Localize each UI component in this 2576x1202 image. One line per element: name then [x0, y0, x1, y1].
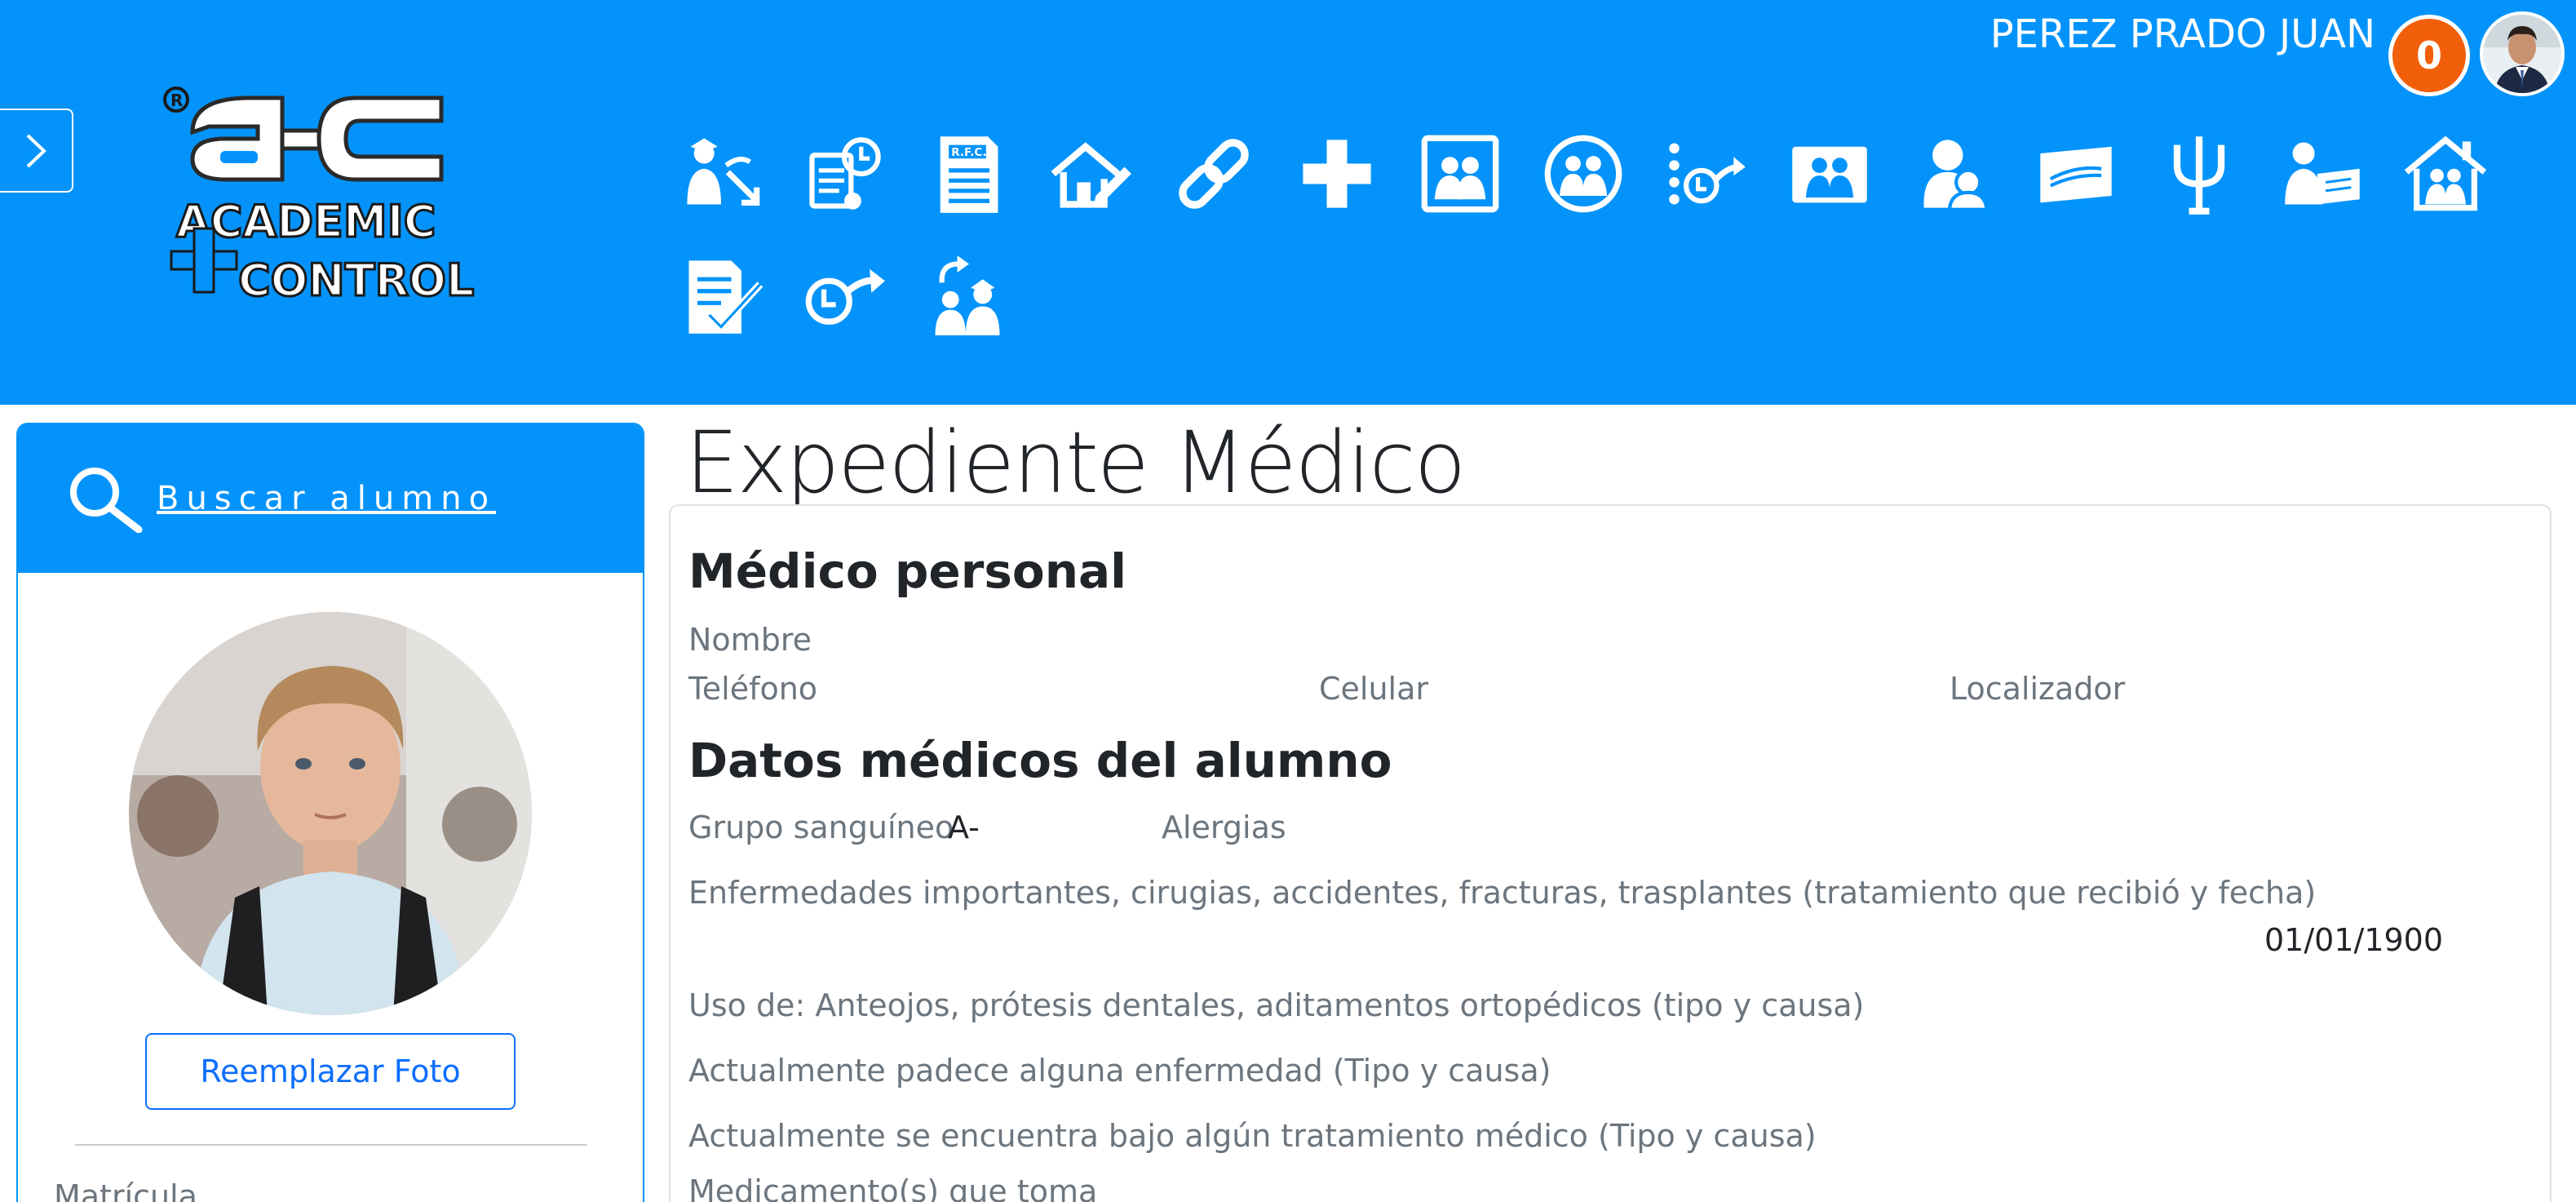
search-bar: Buscar alumno [18, 424, 643, 573]
personal-doctor-title: Médico personal [688, 543, 1127, 599]
illnesses-label: Enfermedades importantes, cirugias, acci… [688, 875, 2317, 911]
doctor-cell-label: Celular [1319, 671, 1429, 707]
svg-text:R.F.C.: R.F.C. [951, 146, 986, 159]
medical-data-title: Datos médicos del alumno [688, 733, 1392, 788]
sidebar-toggle-button[interactable] [0, 109, 73, 193]
rfc-document-icon[interactable]: R.F.C. [905, 129, 1029, 219]
checklist-icon[interactable] [659, 251, 782, 341]
logo-line1: ACADEMIC [176, 196, 436, 247]
doctor-locator-label: Localizador [1950, 671, 2126, 707]
current-treatment-label: Actualmente se encuentra bajo algún trat… [688, 1118, 1817, 1154]
current-illness-label: Actualmente padece alguna enfermedad (Ti… [688, 1053, 1551, 1089]
nav-icons-row-2 [659, 251, 1029, 341]
illnesses-date: 01/01/1900 [2264, 922, 2444, 958]
replace-photo-button[interactable]: Reemplazar Foto [145, 1033, 516, 1110]
blood-type-label: Grupo sanguíneo [688, 809, 954, 845]
clock-forward-icon[interactable] [782, 251, 905, 341]
family-circle-icon[interactable] [1521, 129, 1644, 219]
schedule-forward-icon[interactable] [1644, 129, 1768, 219]
doctor-phone-label: Teléfono [688, 671, 818, 707]
student-return-icon[interactable] [905, 251, 1029, 341]
page-title: Expediente Médico [685, 413, 1466, 512]
allergies-label: Alergias [1162, 809, 1286, 845]
student-transfer-icon[interactable] [659, 129, 782, 219]
family-photo-icon[interactable] [1398, 129, 1521, 219]
link-icon[interactable] [1152, 129, 1275, 219]
top-header: R ACADEMIC CONTROL PEREZ PRADO JUAN 0 R.… [0, 0, 2576, 405]
nav-icons-row-1: R.F.C. [659, 129, 2507, 219]
student-photo [129, 612, 532, 1015]
blood-type-value: A- [948, 809, 980, 845]
medical-record-card: Médico personal Nombre Teléfono Celular … [669, 504, 2552, 1202]
user-avatar[interactable] [2480, 11, 2565, 96]
student-hug-icon[interactable] [1891, 129, 2014, 219]
chevron-right-icon [26, 134, 46, 167]
divider [75, 1144, 587, 1146]
teacher-board-icon[interactable] [2260, 129, 2383, 219]
psychology-icon[interactable] [2137, 129, 2260, 219]
medications-label: Medicamento(s) que toma [688, 1173, 1098, 1202]
search-student-link[interactable]: Buscar alumno [157, 480, 496, 517]
logo-line2: CONTROL [238, 255, 474, 306]
svg-text:R: R [170, 91, 183, 110]
medical-cross-icon[interactable] [1275, 129, 1398, 219]
matricula-label: Matrícula [54, 1178, 197, 1202]
family-home-icon[interactable] [2383, 129, 2507, 219]
notification-badge[interactable]: 0 [2388, 15, 2470, 96]
student-panel: Buscar alumno Reemplazar Foto Matrícula [16, 423, 644, 1202]
academic-control-logo: R ACADEMIC CONTROL [160, 82, 478, 318]
parents-card-icon[interactable] [1768, 129, 1891, 219]
doctor-name-label: Nombre [688, 622, 812, 658]
id-card-icon[interactable] [2014, 129, 2137, 219]
search-icon[interactable] [65, 464, 147, 533]
devices-label: Uso de: Anteojos, prótesis dentales, adi… [688, 987, 1865, 1023]
home-edit-icon[interactable] [1029, 129, 1152, 219]
billing-schedule-icon[interactable] [782, 129, 905, 219]
user-name[interactable]: PEREZ PRADO JUAN [1990, 11, 2375, 57]
